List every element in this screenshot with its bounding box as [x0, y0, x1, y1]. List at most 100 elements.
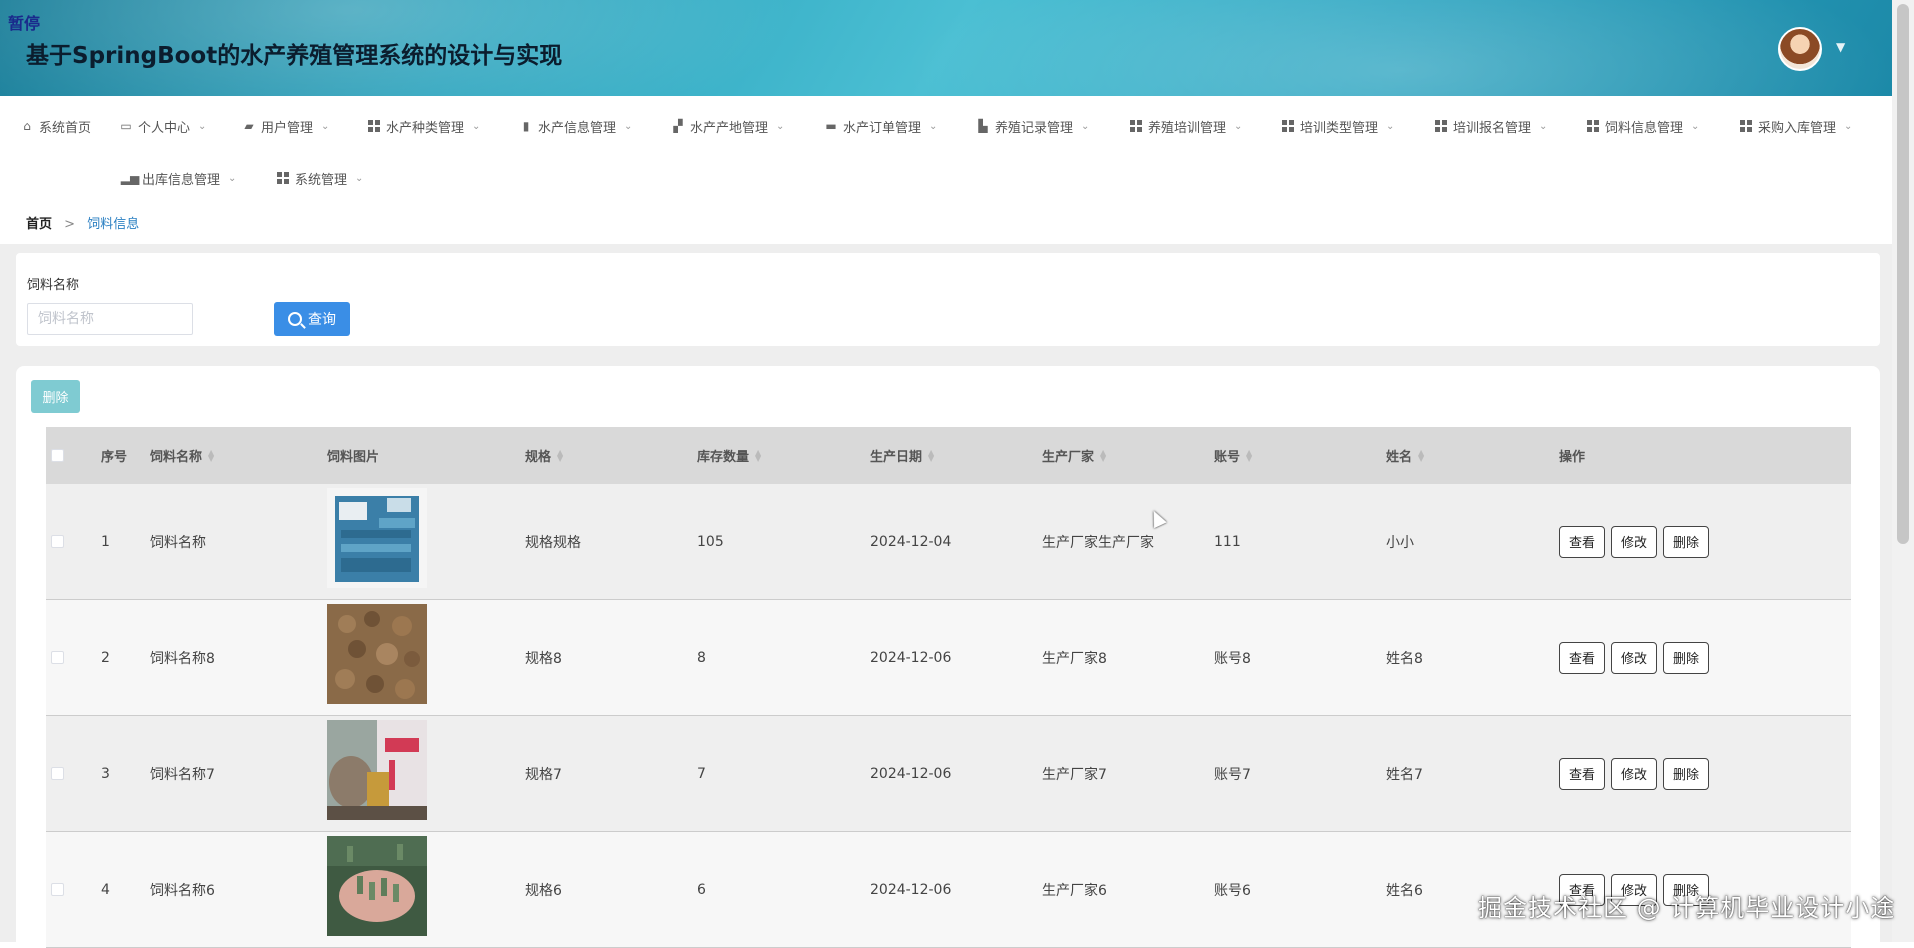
ticket-icon: ▞ — [673, 119, 683, 133]
table-row: 2 饲料名称8 规格8 8 2024-12-06 生产厂家8 账号8 姓名8 查… — [46, 600, 1851, 716]
chevron-down-icon: ⌄ — [228, 172, 237, 184]
th-date[interactable]: 生产日期 ▲ ▼ — [870, 427, 934, 484]
nav-item-label: 出库信息管理 — [142, 172, 221, 188]
vertical-scrollbar[interactable] — [1892, 0, 1914, 942]
batch-delete-button[interactable]: 删除 — [31, 380, 80, 413]
nav-item-origin[interactable]: ▞ 水产产地管理 ⌄ — [671, 114, 784, 138]
feed-table: 序号 饲料名称 ▲ ▼ 饲料图片 规格 ▲ ▼ 库存数量 ▲ ▼ 生产日期 ▲ ▼ 生产厂家 ▲ ▼… — [46, 427, 1851, 948]
feed-image[interactable] — [327, 604, 427, 704]
grid-icon — [1739, 119, 1753, 133]
delete-button[interactable]: 删除 — [1663, 525, 1710, 558]
feed-image[interactable] — [327, 720, 427, 820]
nav-item-species[interactable]: 水产种类管理 ⌄ — [367, 114, 480, 138]
table-row: 1 饲料名称 规格规格 105 2024-12-04 生产厂家生产厂家 111 … — [46, 484, 1851, 600]
sort-icon[interactable]: ▲ ▼ — [928, 448, 934, 462]
row-actions: 查看 修改 删除 — [1559, 600, 1715, 715]
nav-item-training-types[interactable]: 培训类型管理 ⌄ — [1281, 114, 1394, 138]
th-index-label: 序号 — [101, 450, 128, 465]
cell-index: 1 — [101, 533, 110, 550]
row-checkbox[interactable] — [51, 883, 64, 896]
cell-spec: 规格7 — [525, 766, 562, 783]
row-checkbox[interactable] — [51, 535, 64, 548]
sort-icon[interactable]: ▲ ▼ — [755, 448, 761, 462]
query-button[interactable]: 查询 — [274, 302, 350, 336]
nav-item-training[interactable]: 养殖培训管理 ⌄ — [1129, 114, 1242, 138]
chevron-down-icon: ⌄ — [1844, 120, 1853, 132]
chevron-down-icon: ⌄ — [355, 172, 364, 184]
cell-stock: 6 — [697, 881, 706, 898]
view-button[interactable]: 查看 — [1559, 757, 1606, 790]
nav-item-label: 水产产地管理 — [690, 120, 769, 136]
view-button[interactable]: 查看 — [1559, 641, 1606, 674]
grid-icon — [367, 119, 381, 133]
cell-person: 姓名7 — [1386, 766, 1423, 783]
nav-item-training-signup[interactable]: 培训报名管理 ⌄ — [1434, 114, 1547, 138]
th-stock[interactable]: 库存数量 ▲ ▼ — [697, 427, 761, 484]
th-account[interactable]: 账号 ▲ ▼ — [1214, 427, 1252, 484]
th-spec[interactable]: 规格 ▲ ▼ — [525, 427, 563, 484]
breadcrumb-home[interactable]: 首页 — [26, 217, 52, 232]
row-actions: 查看 修改 删除 — [1559, 716, 1715, 831]
th-maker[interactable]: 生产厂家 ▲ ▼ — [1042, 427, 1106, 484]
grid-icon — [1281, 119, 1295, 133]
chevron-down-icon[interactable]: ▼ — [1836, 40, 1845, 54]
app-header: 暂停 基于SpringBoot的水产养殖管理系统的设计与实现 — [0, 0, 1892, 96]
avatar[interactable] — [1778, 27, 1822, 71]
nav-item-orders[interactable]: ▬ 水产订单管理 ⌄ — [824, 114, 937, 138]
nav-item-system[interactable]: 系统管理 ⌄ — [276, 166, 363, 190]
row-checkbox-cell — [51, 484, 64, 599]
search-input[interactable] — [27, 303, 193, 335]
cell-person: 姓名8 — [1386, 650, 1423, 667]
row-checkbox[interactable] — [51, 767, 64, 780]
chat-icon: ▰ — [244, 119, 254, 133]
th-maker-label: 生产厂家 — [1042, 450, 1095, 465]
cell-date: 2024-12-06 — [870, 881, 952, 898]
cell-account: 账号6 — [1214, 882, 1251, 899]
chevron-down-icon: ⌄ — [472, 120, 481, 132]
select-all-checkbox[interactable] — [51, 449, 64, 462]
row-actions: 查看 修改 删除 — [1559, 484, 1715, 599]
th-index: 序号 — [101, 427, 127, 484]
sort-icon[interactable]: ▲ ▼ — [208, 448, 214, 462]
th-person[interactable]: 姓名 ▲ ▼ — [1386, 427, 1424, 484]
cell-index: 4 — [101, 881, 110, 898]
nav-item-stock-out[interactable]: ▂▅ 出库信息管理 ⌄ — [121, 166, 237, 190]
edit-button[interactable]: 修改 — [1611, 641, 1658, 674]
row-checkbox[interactable] — [51, 651, 64, 664]
sort-icon[interactable]: ▲ ▼ — [1246, 448, 1252, 462]
cell-name: 饲料名称8 — [150, 650, 215, 667]
chevron-down-icon: ⌄ — [198, 120, 207, 132]
nav-item-home[interactable]: ⌂ 系统首页 — [20, 114, 91, 138]
nav-item-product-info[interactable]: ▮ 水产信息管理 ⌄ — [519, 114, 633, 138]
cell-spec: 规格规格 — [525, 534, 581, 551]
feed-image[interactable] — [327, 836, 427, 936]
feed-image[interactable] — [327, 488, 427, 588]
nav-item-profile[interactable]: ▭ 个人中心 ⌄ — [119, 114, 206, 138]
chevron-down-icon: ⌄ — [624, 120, 633, 132]
nav-item-purchase-in[interactable]: 采购入库管理 ⌄ — [1739, 114, 1852, 138]
cell-date: 2024-12-04 — [870, 533, 952, 550]
nav-item-feed-info[interactable]: 饲料信息管理 ⌄ — [1586, 114, 1699, 138]
search-label: 饲料名称 — [27, 278, 80, 293]
delete-button[interactable]: 删除 — [1663, 641, 1710, 674]
search-icon — [288, 312, 302, 326]
th-person-label: 姓名 — [1386, 450, 1413, 465]
query-button-label: 查询 — [308, 312, 336, 328]
edit-button[interactable]: 修改 — [1611, 525, 1658, 558]
cell-name: 饲料名称 — [150, 534, 206, 551]
cell-index: 2 — [101, 649, 110, 666]
nav-item-label: 水产信息管理 — [538, 120, 617, 136]
edit-button[interactable]: 修改 — [1611, 757, 1658, 790]
th-name[interactable]: 饲料名称 ▲ ▼ — [150, 427, 214, 484]
sort-icon[interactable]: ▲ ▼ — [557, 448, 563, 462]
nav-item-users[interactable]: ▰ 用户管理 ⌄ — [242, 114, 329, 138]
view-button[interactable]: 查看 — [1559, 525, 1606, 558]
sort-icon[interactable]: ▲ ▼ — [1100, 448, 1106, 462]
sort-icon[interactable]: ▲ ▼ — [1418, 448, 1424, 462]
scrollbar-thumb[interactable] — [1897, 4, 1909, 544]
breadcrumb-current: 饲料信息 — [87, 217, 140, 232]
delete-button[interactable]: 删除 — [1663, 757, 1710, 790]
cell-spec: 规格8 — [525, 650, 562, 667]
nav-item-label: 饲料信息管理 — [1605, 120, 1684, 136]
nav-item-breeding-records[interactable]: ▙ 养殖记录管理 ⌄ — [976, 114, 1089, 138]
